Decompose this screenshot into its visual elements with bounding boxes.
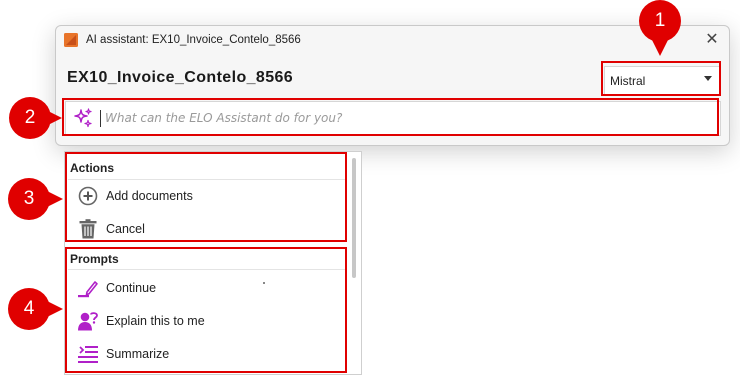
close-button[interactable]: ✕ bbox=[701, 29, 723, 51]
callout-3: 3 bbox=[8, 178, 50, 220]
annotation-box-2 bbox=[62, 98, 719, 136]
document-name: EX10_Invoice_Contelo_8566 bbox=[67, 69, 294, 86]
callout-4: 4 bbox=[8, 288, 50, 330]
menu-scrollbar[interactable] bbox=[352, 158, 356, 278]
elo-app-icon bbox=[64, 33, 78, 47]
window-title: AI assistant: EX10_Invoice_Contelo_8566 bbox=[86, 34, 301, 46]
callout-2: 2 bbox=[9, 97, 51, 139]
annotation-box-4 bbox=[65, 247, 347, 373]
title-bar: AI assistant: EX10_Invoice_Contelo_8566 … bbox=[56, 26, 729, 54]
annotation-box-1 bbox=[601, 61, 721, 96]
callout-1: 1 bbox=[639, 0, 681, 42]
annotation-box-3 bbox=[65, 152, 347, 242]
